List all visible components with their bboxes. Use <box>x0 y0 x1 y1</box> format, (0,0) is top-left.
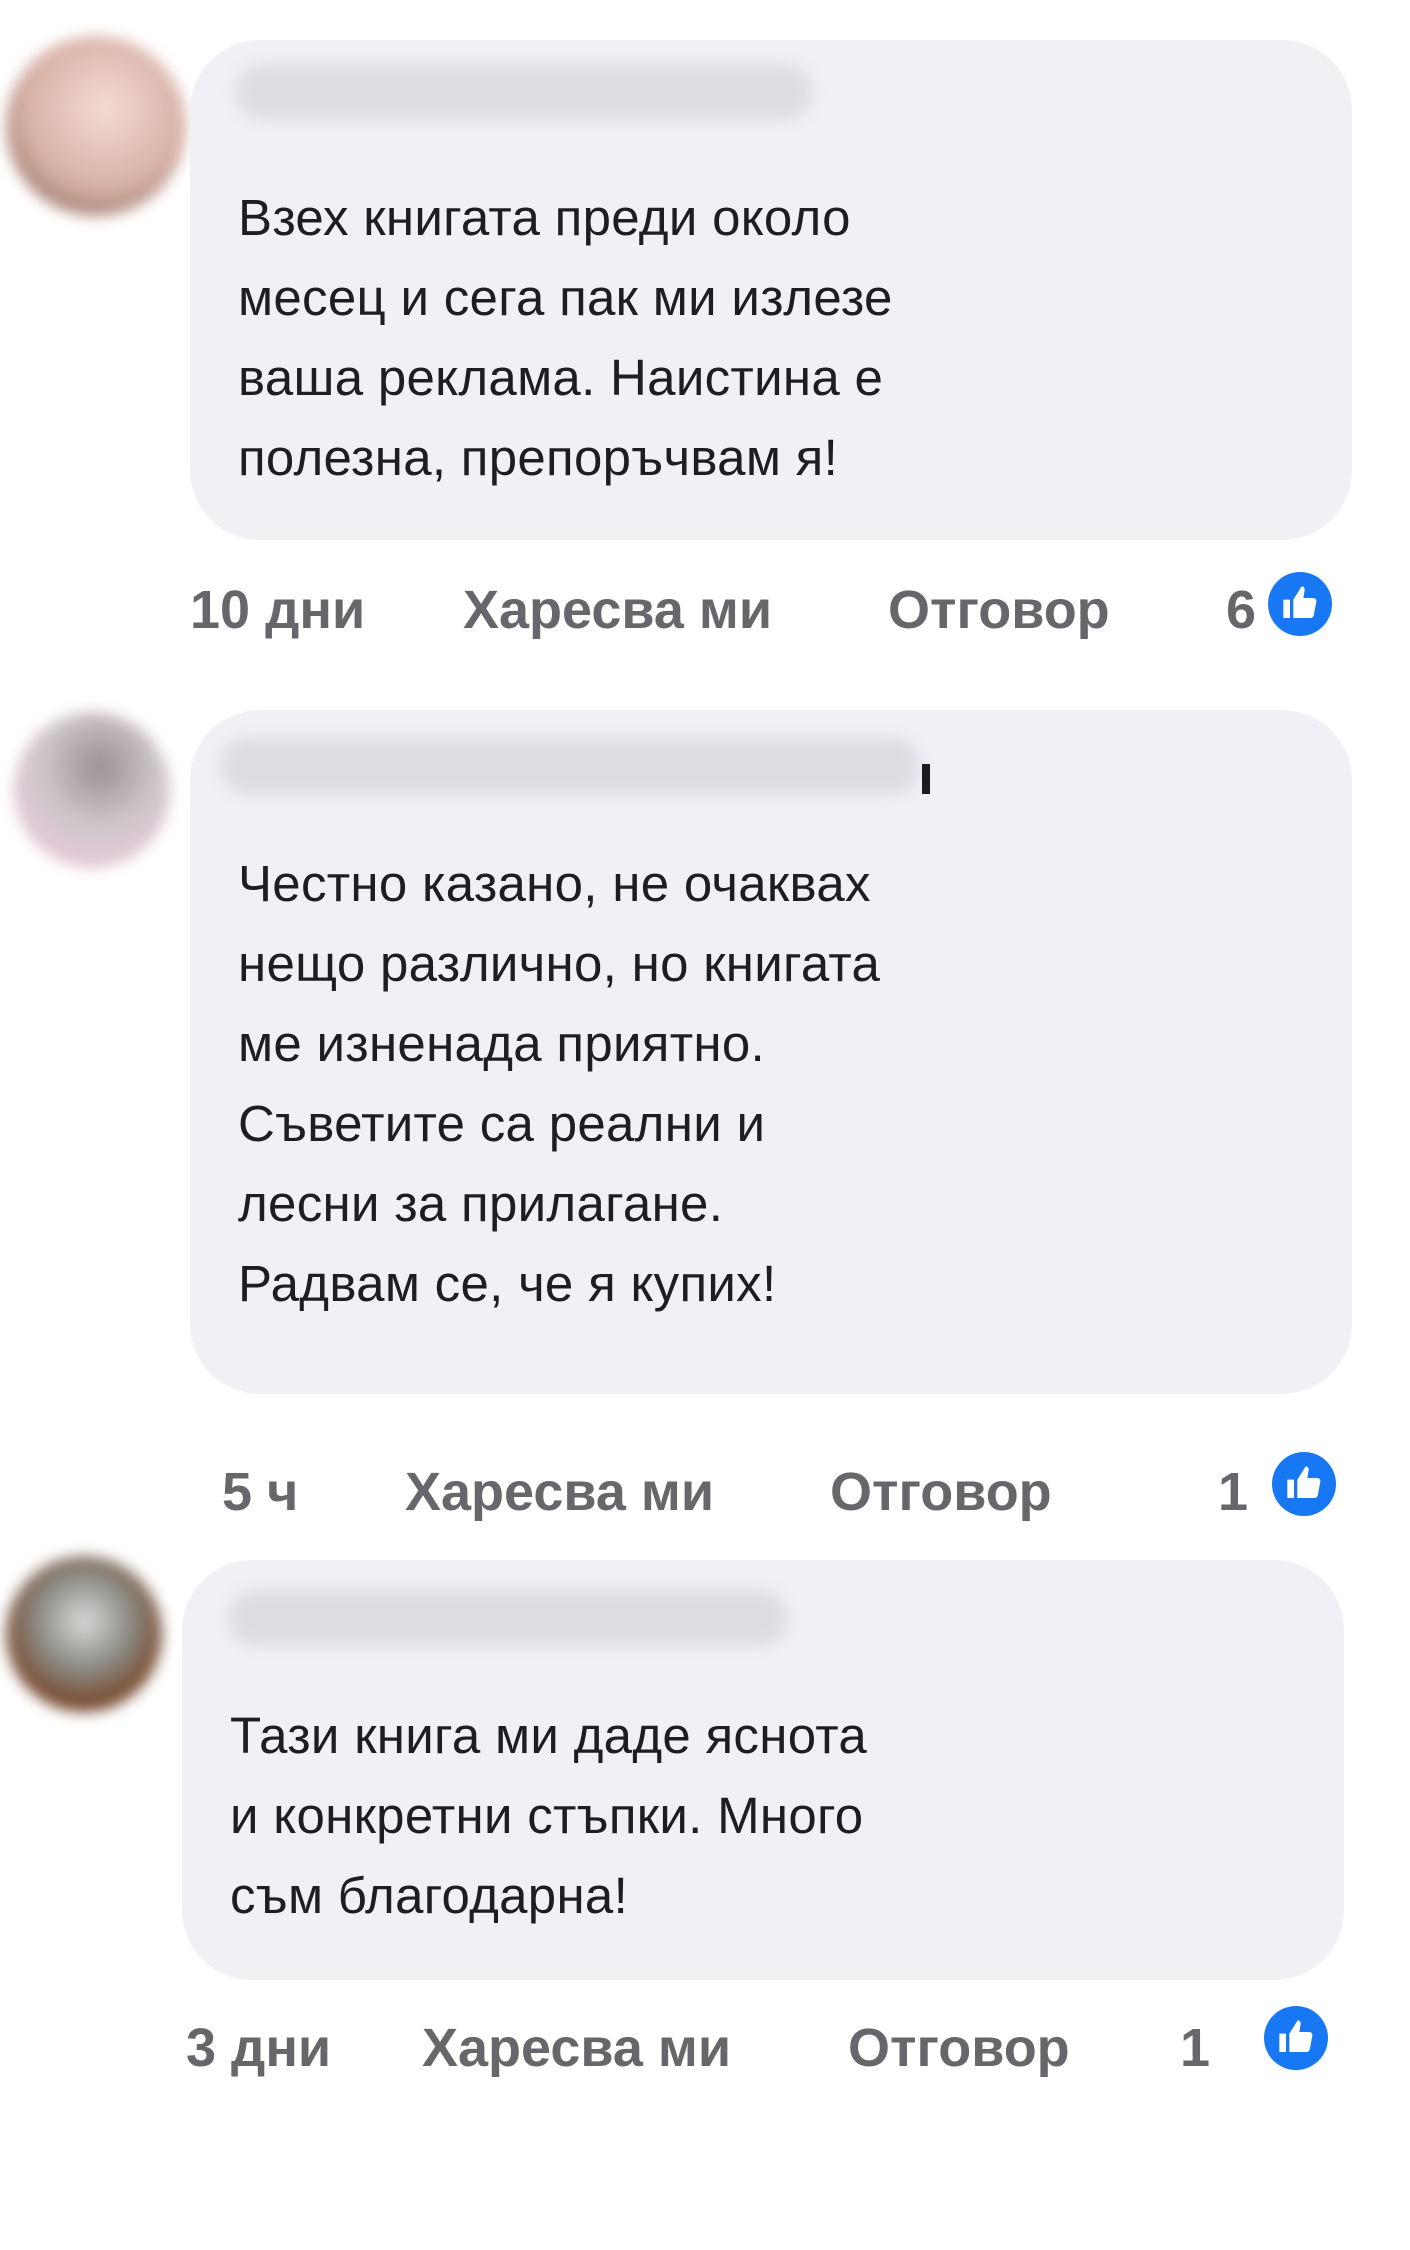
comment-text: Честно казано, не очаквах нещо различно,… <box>238 844 880 1324</box>
comment-line: Честно казано, не очаквах <box>238 855 871 912</box>
comment-line: Съветите са реални и <box>238 1095 766 1152</box>
reply-button[interactable]: Отговор <box>888 580 1110 640</box>
comment-line: Радвам се, че я купих! <box>238 1255 777 1312</box>
reply-button[interactable]: Отговор <box>848 2018 1070 2078</box>
comment-line: ваша реклама. Наистина е <box>238 349 884 406</box>
reaction-count[interactable]: 6 <box>1226 580 1256 640</box>
comment-line: и конкретни стъпки. Много <box>230 1787 864 1844</box>
comment-time[interactable]: 5 ч <box>222 1462 298 1522</box>
comment-line: полезна, препоръчвам я! <box>238 429 839 486</box>
comment-line: нещо различно, но книгата <box>238 935 881 992</box>
author-name[interactable] <box>220 738 920 794</box>
comment-time[interactable]: 10 дни <box>190 580 365 640</box>
author-name[interactable] <box>236 64 812 120</box>
comment-line: ме изненада приятно. <box>238 1015 765 1072</box>
reaction-count[interactable]: 1 <box>1218 1462 1248 1522</box>
avatar[interactable] <box>6 1556 162 1712</box>
comment-line: съм благодарна! <box>230 1867 629 1924</box>
avatar[interactable] <box>6 36 186 216</box>
thumbs-up-icon[interactable] <box>1272 1452 1336 1516</box>
author-name[interactable] <box>228 1590 788 1646</box>
comment-text: Тази книга ми даде яснота и конкретни ст… <box>230 1696 867 1936</box>
reaction-count[interactable]: 1 <box>1180 2018 1210 2078</box>
comment-line: Тази книга ми даде яснота <box>230 1707 867 1764</box>
like-button[interactable]: Харесва ми <box>405 1462 714 1522</box>
comment-line: месец и сега пак ми излезе <box>238 269 893 326</box>
avatar[interactable] <box>14 712 170 868</box>
comment-text: Взех книгата преди около месец и сега па… <box>238 178 893 498</box>
thumbs-up-icon[interactable] <box>1268 572 1332 636</box>
reply-button[interactable]: Отговор <box>830 1462 1052 1522</box>
comment-line: Взех книгата преди около <box>238 189 851 246</box>
like-button[interactable]: Харесва ми <box>463 580 772 640</box>
comment-time[interactable]: 3 дни <box>186 2018 331 2078</box>
like-button[interactable]: Харесва ми <box>422 2018 731 2078</box>
comment-line: лесни за прилагане. <box>238 1175 724 1232</box>
author-name-tail <box>922 764 930 794</box>
thumbs-up-icon[interactable] <box>1264 2006 1328 2070</box>
